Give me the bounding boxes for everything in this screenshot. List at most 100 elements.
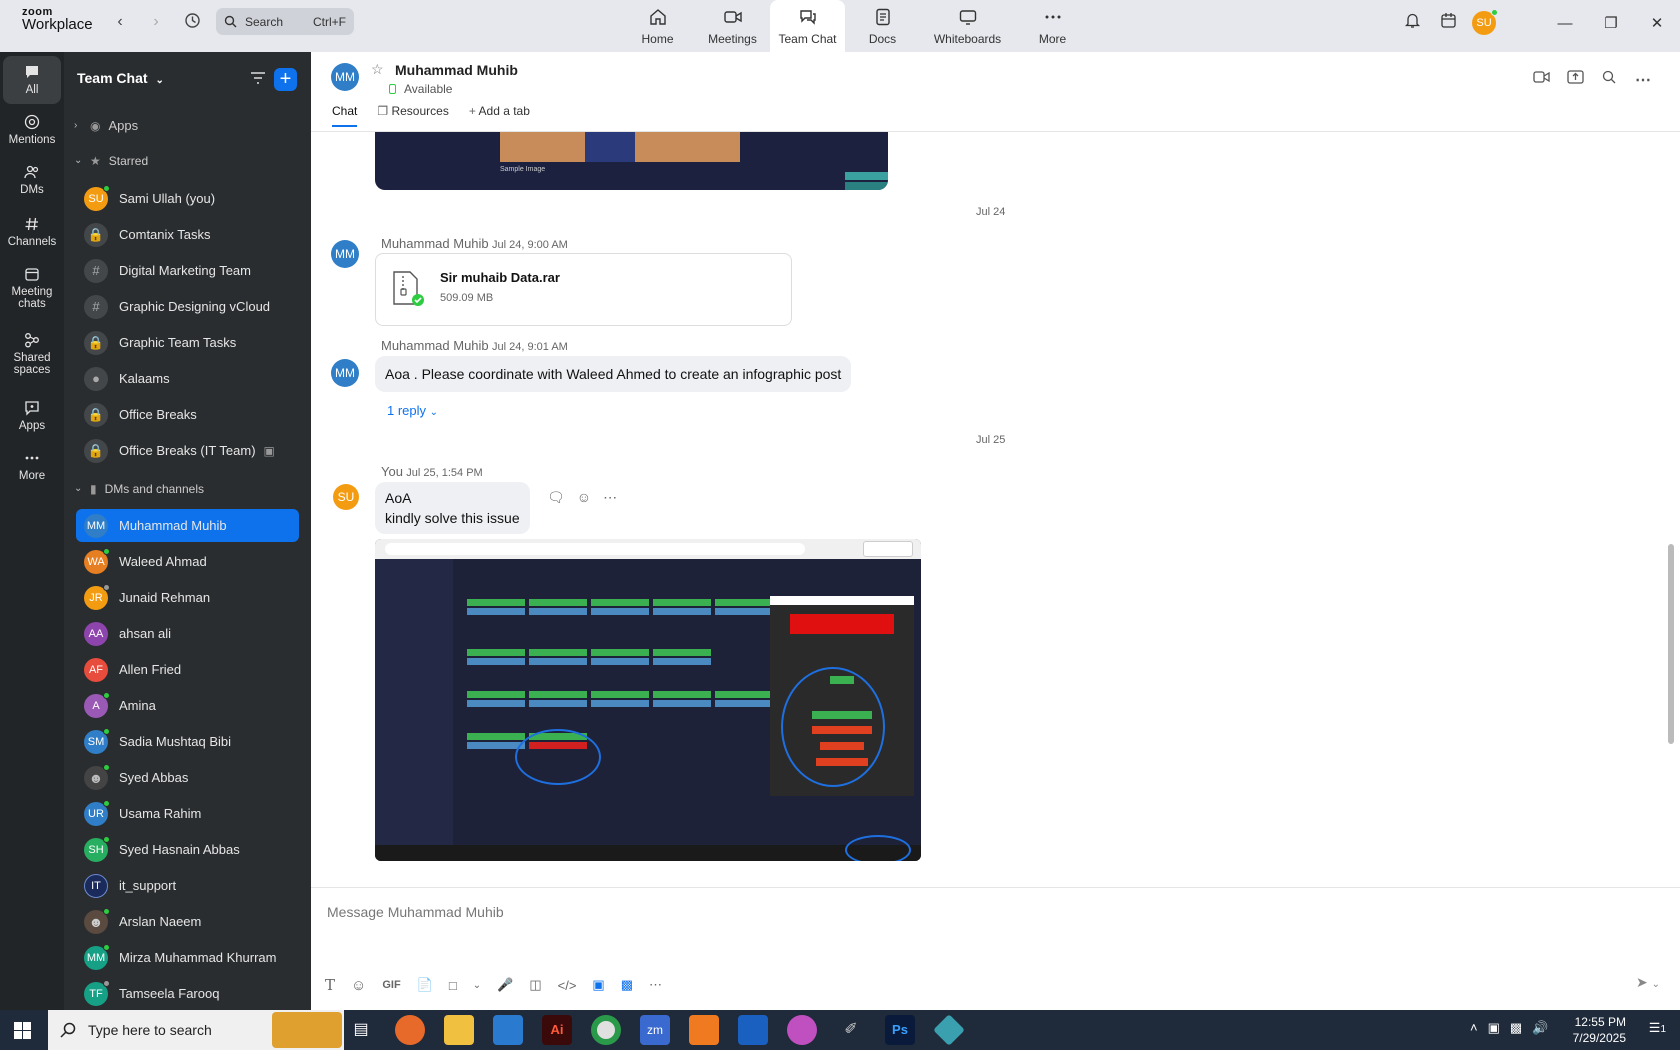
microphone-icon[interactable]: 🎤 (497, 977, 513, 993)
rail-item-all[interactable]: All (3, 56, 61, 104)
image-attachment[interactable] (375, 539, 921, 861)
rail-item-mentions[interactable]: Mentions (0, 114, 64, 146)
network-icon[interactable]: ▩ (1510, 1020, 1522, 1036)
sidebar-item-it-support[interactable]: IT it_support (64, 869, 311, 902)
tab-resources[interactable]: ❐ Resources (377, 104, 448, 127)
user-avatar-button[interactable]: SU (1466, 9, 1502, 35)
group-dms[interactable]: ⌄ ▮ DMs and channels (64, 472, 311, 505)
rail-item-more[interactable]: More (0, 450, 64, 482)
message-bubble[interactable]: Aoa . Please coordinate with Waleed Ahme… (375, 356, 852, 392)
sidebar-item-arslan-naeem[interactable]: ☻ Arslan Naeem (64, 905, 311, 938)
contact-name[interactable]: Muhammad Muhib (395, 62, 518, 78)
chevron-down-icon[interactable]: ⌄ (473, 980, 481, 991)
group-apps[interactable]: › ◉ Apps (64, 109, 311, 142)
notification-bell-icon[interactable] (1394, 12, 1430, 34)
message-input[interactable]: Message Muhammad Muhib (327, 904, 504, 920)
app-icon[interactable]: ▣ (592, 977, 604, 993)
sidebar-item-mirza-khurram[interactable]: MM Mirza Muhammad Khurram (64, 941, 311, 974)
sidebar-item-sami-ullah[interactable]: SU Sami Ullah (you) (64, 182, 311, 215)
sidebar-item-graphic-designing[interactable]: # Graphic Designing vCloud (64, 290, 311, 323)
video-message-icon[interactable]: ◫ (529, 977, 541, 993)
tab-home[interactable]: Home (620, 0, 695, 52)
sidebar-item-office-breaks-it[interactable]: 🔒 Office Breaks (IT Team) ▣ (64, 434, 311, 467)
tab-meetings[interactable]: Meetings (695, 0, 770, 52)
rail-item-meeting-chats[interactable]: Meeting chats (0, 266, 64, 310)
star-icon[interactable]: ☆ (371, 61, 384, 78)
vscode-icon[interactable] (493, 1015, 523, 1045)
reply-icon[interactable]: 🗨 (547, 489, 565, 506)
sender-avatar[interactable]: SU (333, 484, 359, 510)
maximize-icon[interactable]: ❐ (1588, 14, 1634, 32)
send-icon[interactable]: ➤ ⌄ (1636, 974, 1660, 991)
tab-more[interactable]: More (1015, 0, 1090, 52)
taskbar-clock[interactable]: 12:55 PM 7/29/2025 (1573, 1014, 1626, 1046)
pen-tool-icon[interactable]: ✐ (836, 1015, 866, 1045)
tab-docs[interactable]: Docs (845, 0, 920, 52)
volume-icon[interactable]: 🔊 (1532, 1020, 1548, 1036)
previous-image-attachment[interactable]: Sample Image (375, 132, 888, 190)
notification-center-icon[interactable]: ☰1 (1649, 1020, 1666, 1036)
tab-team-chat[interactable]: Team Chat (770, 0, 845, 52)
zoom-app-icon[interactable]: zm (640, 1015, 670, 1045)
rail-item-dms[interactable]: DMs (0, 164, 64, 196)
sidebar-item-syed-abbas[interactable]: ☻ Syed Abbas (64, 761, 311, 794)
close-icon[interactable]: ✕ (1634, 14, 1680, 32)
xampp-icon[interactable] (689, 1015, 719, 1045)
video-call-icon[interactable] (1524, 70, 1558, 90)
sidebar-item-sadia-mushtaq[interactable]: SM Sadia Mushtaq Bibi (64, 725, 311, 758)
sidebar-item-digital-marketing[interactable]: # Digital Marketing Team (64, 254, 311, 287)
replies-link[interactable]: 1 reply ⌄ (387, 403, 438, 418)
text-format-icon[interactable]: T (325, 976, 335, 994)
history-icon[interactable] (182, 12, 202, 32)
chrome-icon[interactable] (591, 1015, 621, 1045)
sidebar-item-usama-rahim[interactable]: UR Usama Rahim (64, 797, 311, 830)
new-chat-button[interactable]: + (274, 68, 297, 91)
back-arrow-icon[interactable]: ‹ (110, 12, 130, 32)
gif-button[interactable]: GIF (382, 979, 400, 991)
chat-scrollbar[interactable] (1668, 544, 1674, 744)
sender-avatar[interactable]: MM (331, 240, 359, 268)
more-options-icon[interactable]: ⋯ (603, 489, 617, 506)
file-icon[interactable]: 📄 (417, 977, 433, 993)
group-starred[interactable]: ⌄ ★ Starred (64, 144, 311, 177)
sidebar-item-ahsan-ali[interactable]: AA ahsan ali (64, 617, 311, 650)
app-diamond-icon[interactable] (933, 1014, 965, 1046)
sidebar-item-waleed-ahmad[interactable]: WA Waleed Ahmad (64, 545, 311, 578)
screenshot-icon[interactable]: □ (449, 978, 457, 993)
sidebar-item-junaid-rehman[interactable]: JR Junaid Rehman (64, 581, 311, 614)
firefox-icon[interactable] (395, 1015, 425, 1045)
sidebar-item-kalaams[interactable]: ● Kalaams (64, 362, 311, 395)
sender-name[interactable]: Muhammad Muhib (381, 236, 489, 251)
chevron-up-icon[interactable]: ˄ (1470, 1020, 1478, 1036)
task-view-icon[interactable]: ▤ (346, 1015, 376, 1045)
search-input[interactable]: Search Ctrl+F (216, 8, 354, 35)
contact-avatar[interactable]: MM (331, 63, 359, 91)
photoshop-icon[interactable]: Ps (885, 1015, 915, 1045)
rail-item-channels[interactable]: Channels (0, 216, 64, 248)
forward-arrow-icon[interactable]: › (146, 12, 166, 32)
outlook-icon[interactable] (738, 1015, 768, 1045)
rail-item-shared-spaces[interactable]: Shared spaces (0, 332, 64, 376)
creative-cloud-icon[interactable] (787, 1015, 817, 1045)
file-explorer-icon[interactable] (444, 1015, 474, 1045)
more-options-icon[interactable]: ⋯ (1626, 70, 1660, 90)
taskbar-search[interactable]: Type here to search (48, 1010, 344, 1050)
sidebar-item-syed-hasnain[interactable]: SH Syed Hasnain Abbas (64, 833, 311, 866)
sender-name[interactable]: Muhammad Muhib (381, 338, 489, 353)
sidebar-item-comtanix-tasks[interactable]: 🔒 Comtanix Tasks (64, 218, 311, 251)
windows-start-icon[interactable] (14, 1022, 31, 1044)
illustrator-icon[interactable]: Ai (542, 1015, 572, 1045)
code-icon[interactable]: </> (558, 978, 577, 993)
rail-item-apps[interactable]: Apps (0, 400, 64, 432)
message-bubble[interactable]: AoA kindly solve this issue (375, 482, 530, 534)
more-options-icon[interactable]: ⋯ (649, 977, 662, 993)
tray-app-icon[interactable]: ▣ (1488, 1020, 1500, 1036)
tab-whiteboards[interactable]: Whiteboards (920, 0, 1015, 52)
search-icon[interactable] (1592, 70, 1626, 90)
sidebar-item-tamseela-farooq[interactable]: TF Tamseela Farooq (64, 977, 311, 1010)
tab-add[interactable]: + Add a tab (469, 104, 530, 127)
sender-avatar[interactable]: MM (331, 359, 359, 387)
emoji-icon[interactable]: ☺ (351, 977, 366, 994)
sidebar-item-office-breaks[interactable]: 🔒 Office Breaks (64, 398, 311, 431)
app-icon[interactable]: ▩ (621, 977, 633, 993)
